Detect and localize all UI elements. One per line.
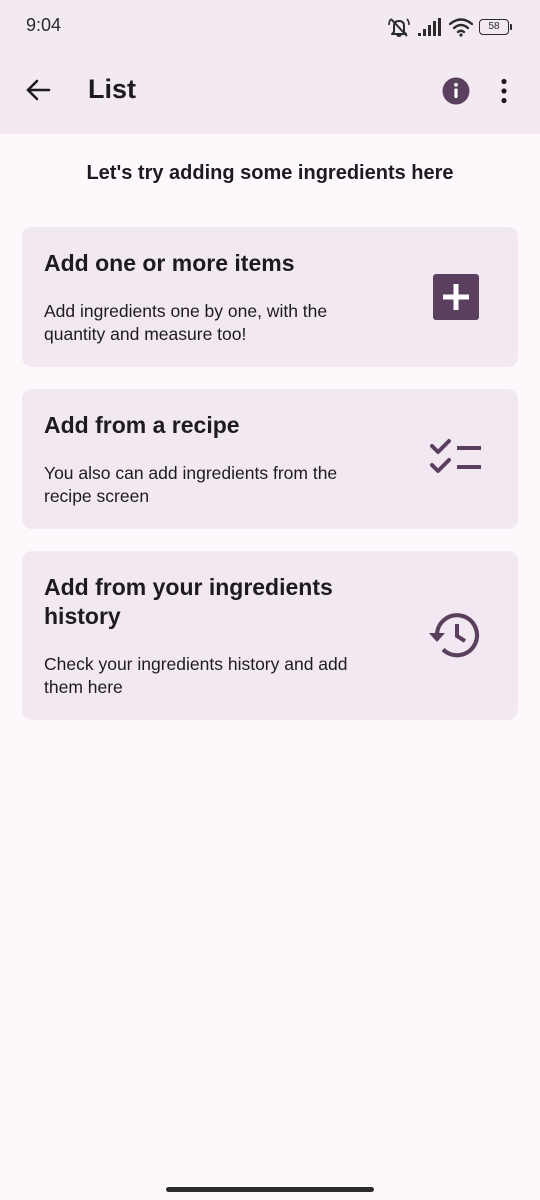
add-box-icon: [429, 270, 483, 324]
intro-text: Let's try adding some ingredients here: [86, 162, 454, 184]
card-title: Add from your ingredients history: [44, 574, 333, 629]
card-title: Add one or more items: [44, 250, 295, 276]
app-bar: List: [0, 54, 540, 134]
battery-tip: [510, 24, 512, 30]
wifi-icon: [449, 17, 473, 37]
info-icon: [442, 77, 470, 110]
battery-level: 58: [479, 19, 509, 35]
screen: 9:04 58 List Let's try adding some ingre…: [0, 0, 540, 1200]
add-from-recipe-card[interactable]: Add from a recipe You also can add ingre…: [22, 389, 518, 529]
checklist-icon: [429, 431, 483, 485]
card-title: Add from a recipe: [44, 412, 240, 438]
arrow-back-icon: [24, 76, 52, 109]
mute-icon: [387, 16, 411, 38]
history-icon: [428, 608, 482, 662]
more-vertical-icon: [499, 78, 509, 109]
card-description: Check your ingredients history and add t…: [44, 654, 348, 697]
back-button[interactable]: [18, 72, 58, 112]
more-options-button[interactable]: [484, 73, 524, 113]
battery-icon: 58: [479, 19, 512, 35]
signal-icon: [417, 17, 443, 37]
info-button[interactable]: [436, 73, 476, 113]
add-items-card[interactable]: Add one or more items Add ingredients on…: [22, 227, 518, 367]
card-description: You also can add ingredients from the re…: [44, 463, 338, 506]
status-time: 9:04: [26, 15, 62, 35]
add-from-history-card[interactable]: Add from your ingredients history Check …: [22, 551, 518, 720]
home-indicator[interactable]: [166, 1187, 374, 1192]
status-bar: 9:04 58: [0, 0, 540, 54]
page-title: List: [88, 74, 137, 104]
card-description: Add ingredients one by one, with the qua…: [44, 301, 328, 344]
status-icons: 58: [387, 14, 512, 40]
